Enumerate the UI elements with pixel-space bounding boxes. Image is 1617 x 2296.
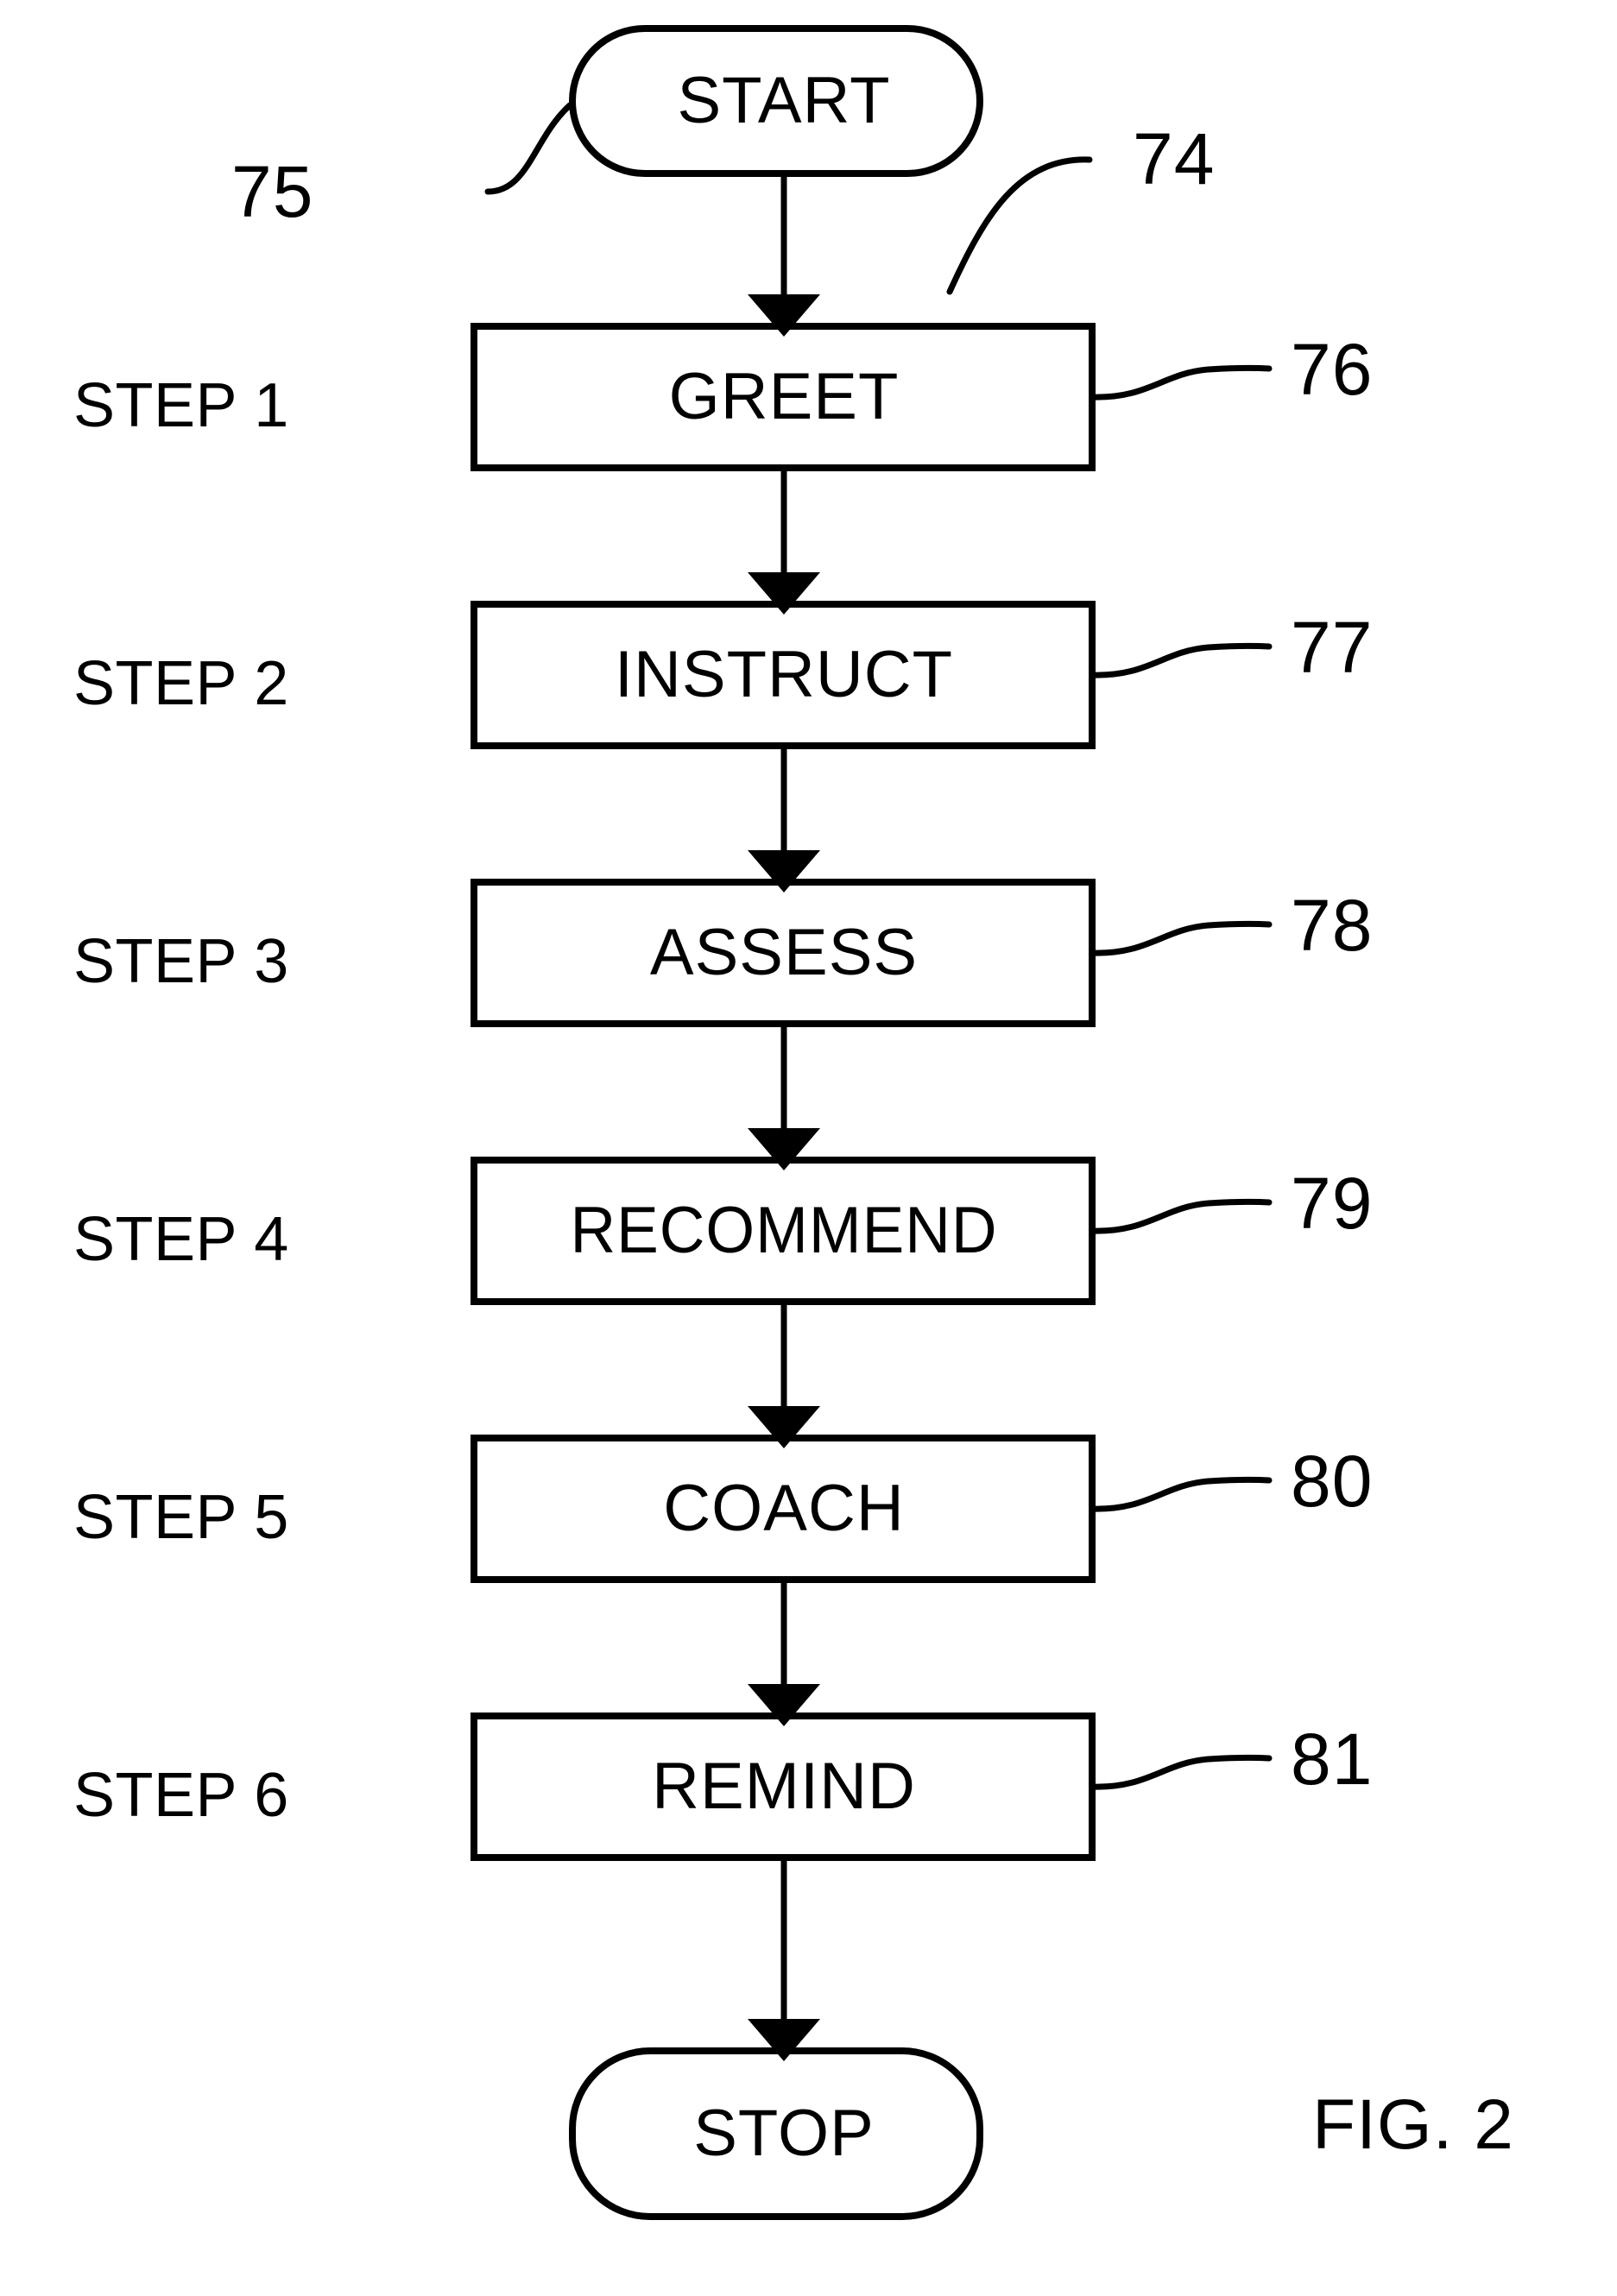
flowchart-canvas (471, 25, 1273, 2220)
reference-number-78: 78 (1291, 885, 1374, 966)
process-label-greet: GREET (668, 360, 900, 433)
process-label-assess: ASSESS (649, 916, 919, 989)
reference-number-79: 79 (1291, 1163, 1374, 1244)
leader-line-80 (1089, 1476, 1273, 1512)
step-label-1: STEP 1 (73, 371, 289, 440)
leader-line-76 (1089, 364, 1273, 401)
step-label-6: STEP 6 (73, 1761, 289, 1830)
process-label-remind: REMIND (652, 1750, 916, 1823)
figure-caption: FIG. 2 (1312, 2085, 1514, 2164)
process-label-instruct: INSTRUCT (614, 638, 954, 711)
reference-number-74: 74 (1133, 118, 1216, 199)
step-label-3: STEP 3 (73, 927, 289, 996)
leader-line-78 (1089, 920, 1273, 956)
step-label-2: STEP 2 (73, 649, 289, 718)
process-label-coach: COACH (663, 1472, 905, 1545)
reference-number-76: 76 (1291, 329, 1374, 410)
patent-figure: START STOP STEP 1 STEP 2 STEP 3 STEP 4 S… (0, 0, 1617, 2296)
stop-terminal-label: STOP (693, 2097, 875, 2170)
leader-line-77 (1089, 642, 1273, 678)
leader-line-74 (946, 156, 1093, 295)
reference-number-81: 81 (1291, 1719, 1374, 1800)
reference-number-77: 77 (1291, 607, 1374, 688)
leader-line-75 (484, 102, 573, 195)
leader-line-79 (1089, 1198, 1273, 1234)
reference-number-80: 80 (1291, 1441, 1374, 1522)
process-label-recommend: RECOMMEND (570, 1194, 998, 1267)
start-terminal-label: START (677, 64, 891, 137)
step-label-4: STEP 4 (73, 1205, 289, 1274)
leader-line-81 (1089, 1754, 1273, 1790)
step-label-5: STEP 5 (73, 1483, 289, 1552)
reference-number-75: 75 (231, 151, 314, 232)
